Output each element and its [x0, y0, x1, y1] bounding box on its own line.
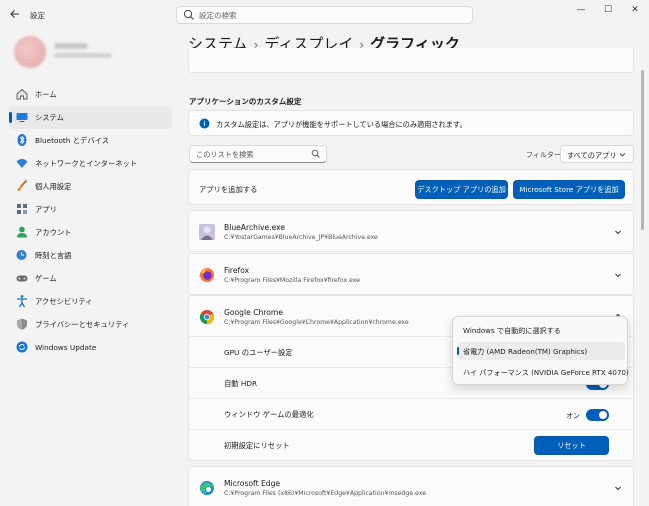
app-item-bluearchive[interactable]: BlueArchive.exe C:¥YostarGames¥BlueArchi…	[188, 210, 634, 252]
scrollbar[interactable]	[641, 70, 644, 230]
app-title: 設定	[30, 11, 45, 20]
gpu-preference-dropdown: Windows で自動的に選択する 省電力 (AMD Radeon(TM) Gr…	[452, 316, 629, 385]
add-app-card: アプリを追加する デスクトップ アプリの追加 Microsoft Store ア…	[188, 169, 634, 205]
window-game-row: ウィンドウ ゲームの最適化 オン	[189, 398, 633, 429]
sidebar-item-apps[interactable]: アプリ	[9, 198, 172, 221]
sidebar-item-gaming[interactable]: ゲーム	[9, 267, 172, 290]
clock-globe-icon	[15, 248, 29, 262]
edge-icon	[199, 480, 215, 496]
app-path: C:¥Program Files (x86)¥Microsoft¥Edge¥Ap…	[224, 490, 427, 497]
reset-button[interactable]: リセット	[534, 436, 609, 455]
window-game-state: オン	[566, 412, 580, 420]
window-game-toggle[interactable]	[586, 409, 609, 421]
app-item-firefox[interactable]: Firefox C:¥Program Files¥Mozilla Firefox…	[188, 253, 634, 295]
search-icon	[311, 149, 321, 161]
home-icon	[15, 87, 29, 101]
app-name: Microsoft Edge	[224, 479, 281, 488]
section-title: アプリケーションのカスタム設定	[189, 97, 302, 106]
app-path: C:¥YostarGames¥BlueArchive_JP¥BlueArchiv…	[224, 234, 378, 241]
add-app-label: アプリを追加する	[199, 185, 258, 194]
sidebar-item-accessibility[interactable]: アクセシビリティ	[9, 290, 172, 313]
add-store-app-button[interactable]: Microsoft Store アプリを追加	[513, 180, 625, 199]
app-name: Google Chrome	[224, 308, 283, 317]
minimize-button[interactable]: —	[569, 3, 593, 17]
sidebar-item-privacy[interactable]: プライバシーとセキュリティ	[9, 313, 172, 336]
app-list-search-box[interactable]	[189, 145, 327, 163]
firefox-icon	[199, 267, 215, 283]
app-path: C:¥Program Files¥Mozilla Firefox¥firefox…	[224, 277, 361, 284]
accessibility-icon	[15, 294, 29, 308]
sidebar-nav: ホーム システム Bluetooth とデバイス ネットワークとインターネット …	[9, 83, 172, 359]
shield-icon	[15, 317, 29, 331]
gamepad-icon	[15, 271, 29, 285]
gpu-preference-label: GPU のユーザー設定	[224, 348, 293, 357]
info-icon	[199, 118, 210, 131]
window-game-label: ウィンドウ ゲームの最適化	[224, 410, 314, 419]
filter-label: フィルター:	[526, 151, 564, 159]
sidebar-item-bluetooth[interactable]: Bluetooth とデバイス	[9, 129, 172, 152]
filter-dropdown[interactable]: すべてのアプリ	[560, 145, 634, 163]
avatar	[14, 36, 46, 68]
chevron-down-icon	[618, 150, 627, 161]
chrome-icon	[199, 309, 215, 327]
brush-icon	[15, 179, 29, 193]
chevron-down-icon[interactable]	[613, 483, 623, 495]
sidebar-item-time-language[interactable]: 時刻と言語	[9, 244, 172, 267]
title-bar: 設定 — ☐ ✕	[0, 0, 649, 32]
close-button[interactable]: ✕	[623, 3, 647, 17]
system-icon	[15, 110, 29, 124]
account-icon	[15, 225, 29, 239]
add-desktop-app-button[interactable]: デスクトップ アプリの追加	[415, 180, 508, 199]
back-arrow-icon[interactable]	[8, 8, 22, 22]
gpu-option-high-performance[interactable]: ハイ パフォーマンス (NVIDIA GeForce RTX 4070)	[457, 363, 629, 381]
previous-setting-card	[188, 48, 634, 73]
search-icon	[183, 9, 195, 23]
profile-email-blurred	[54, 53, 112, 58]
reset-label: 初期設定にリセット	[224, 441, 290, 450]
sidebar-item-network[interactable]: ネットワークとインターネット	[9, 152, 172, 175]
gpu-option-auto[interactable]: Windows で自動的に選択する	[457, 321, 625, 339]
reset-row: 初期設定にリセット リセット	[189, 429, 633, 462]
auto-hdr-label: 自動 HDR	[224, 379, 258, 388]
maximize-button[interactable]: ☐	[596, 3, 620, 17]
apps-icon	[15, 202, 29, 216]
info-bar: カスタム設定は、アプリが機能をサポートしている場合にのみ適用されます。	[188, 110, 634, 136]
settings-search-input[interactable]	[199, 9, 459, 21]
gpu-option-power-saving[interactable]: 省電力 (AMD Radeon(TM) Graphics)	[457, 342, 625, 360]
profile-name-blurred	[54, 43, 88, 49]
app-name: Firefox	[224, 266, 250, 275]
sidebar-item-system[interactable]: システム	[9, 106, 172, 129]
sidebar-item-windows-update[interactable]: Windows Update	[9, 336, 172, 359]
filter-value: すべてのアプリ	[567, 151, 617, 160]
info-text: カスタム設定は、アプリが機能をサポートしている場合にのみ適用されます。	[216, 120, 467, 129]
bluearchive-icon	[199, 224, 215, 240]
app-name: BlueArchive.exe	[224, 223, 286, 232]
app-item-edge[interactable]: Microsoft Edge C:¥Program Files (x86)¥Mi…	[188, 466, 634, 506]
wifi-icon	[15, 156, 29, 170]
sidebar-item-home[interactable]: ホーム	[9, 83, 172, 106]
app-list-search-input[interactable]	[196, 149, 306, 160]
chevron-down-icon[interactable]	[613, 270, 623, 282]
settings-search-box[interactable]	[176, 6, 473, 24]
windows-update-icon	[15, 340, 29, 354]
app-path: C:¥Program Files¥Google¥Chrome¥Applicati…	[224, 319, 409, 326]
chevron-down-icon[interactable]	[613, 227, 623, 239]
sidebar-item-accounts[interactable]: アカウント	[9, 221, 172, 244]
bluetooth-icon	[15, 133, 29, 147]
sidebar-item-personalization[interactable]: 個人用設定	[9, 175, 172, 198]
